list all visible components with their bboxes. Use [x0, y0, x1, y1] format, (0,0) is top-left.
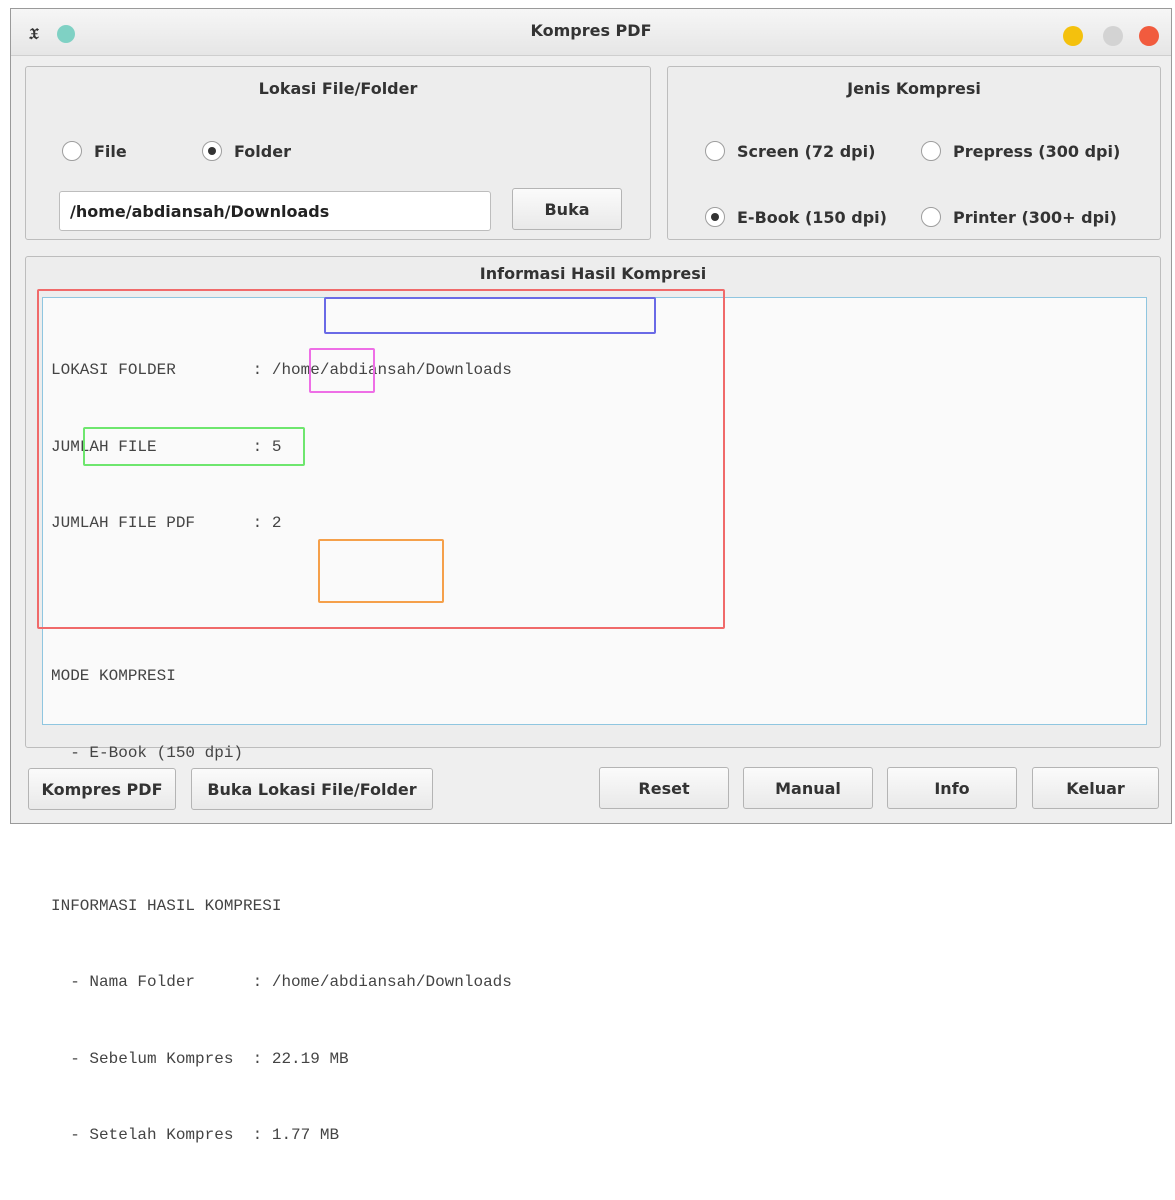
- title-bar: 𝔛 Kompres PDF: [11, 9, 1171, 56]
- radio-file-indicator[interactable]: [62, 141, 82, 161]
- radio-screen[interactable]: Screen (72 dpi): [705, 139, 875, 163]
- close-button[interactable]: [1139, 26, 1159, 46]
- compress-pdf-button[interactable]: Kompres PDF: [28, 768, 176, 810]
- result-line-size-before: - Sebelum Kompres : 22.19 MB: [51, 1049, 349, 1068]
- open-location-button[interactable]: Buka Lokasi File/Folder: [191, 768, 433, 810]
- highlight-box-sizes: [318, 539, 444, 603]
- exit-button[interactable]: Keluar: [1032, 767, 1159, 809]
- compression-group-title: Jenis Kompresi: [847, 79, 981, 98]
- radio-folder-indicator[interactable]: [202, 141, 222, 161]
- radio-file[interactable]: File: [62, 139, 127, 163]
- result-group-title: Informasi Hasil Kompresi: [479, 264, 707, 283]
- radio-ebook[interactable]: E-Book (150 dpi): [705, 205, 887, 229]
- result-line-blank: [51, 817, 512, 843]
- radio-folder-label: Folder: [234, 141, 291, 161]
- radio-printer-label: Printer (300+ dpi): [953, 207, 1117, 227]
- minimize-button[interactable]: [1063, 26, 1083, 46]
- result-line-mode-heading: MODE KOMPRESI: [51, 667, 176, 685]
- main-window: 𝔛 Kompres PDF Lokasi File/Folder File Fo…: [10, 8, 1172, 1144]
- path-input[interactable]: [59, 191, 491, 231]
- compression-group: Jenis Kompresi Screen (72 dpi) Prepress …: [667, 66, 1161, 240]
- location-group: Lokasi File/Folder File Folder Buka: [25, 66, 651, 240]
- radio-ebook-indicator[interactable]: [705, 207, 725, 227]
- maximize-button[interactable]: [1103, 26, 1123, 46]
- reset-button[interactable]: Reset: [599, 767, 729, 809]
- result-line-info-heading: INFORMASI HASIL KOMPRESI: [51, 896, 282, 915]
- radio-printer[interactable]: Printer (300+ dpi): [921, 205, 1117, 229]
- radio-prepress[interactable]: Prepress (300 dpi): [921, 139, 1120, 163]
- result-line-size-after: - Setelah Kompres : 1.77 MB: [51, 1126, 340, 1144]
- highlight-box-path: [324, 297, 656, 334]
- open-button[interactable]: Buka: [512, 188, 622, 230]
- radio-printer-indicator[interactable]: [921, 207, 941, 227]
- radio-screen-label: Screen (72 dpi): [737, 141, 876, 161]
- radio-folder[interactable]: Folder: [202, 139, 291, 163]
- highlight-box-mode: [83, 427, 305, 466]
- highlight-box-pdf-count: [309, 348, 375, 393]
- radio-screen-indicator[interactable]: [705, 141, 725, 161]
- window-title: Kompres PDF: [530, 21, 652, 40]
- result-line-folder-name: - Nama Folder : /home/abdiansah/Download…: [51, 973, 512, 991]
- radio-file-label: File: [94, 141, 127, 161]
- result-line-mode: - E-Book (150 dpi): [51, 743, 244, 762]
- info-button[interactable]: Info: [887, 767, 1017, 809]
- radio-prepress-label: Prepress (300 dpi): [953, 141, 1121, 161]
- radio-prepress-indicator[interactable]: [921, 141, 941, 161]
- radio-ebook-label: E-Book (150 dpi): [737, 207, 887, 227]
- location-group-title: Lokasi File/Folder: [258, 79, 418, 98]
- manual-button[interactable]: Manual: [743, 767, 873, 809]
